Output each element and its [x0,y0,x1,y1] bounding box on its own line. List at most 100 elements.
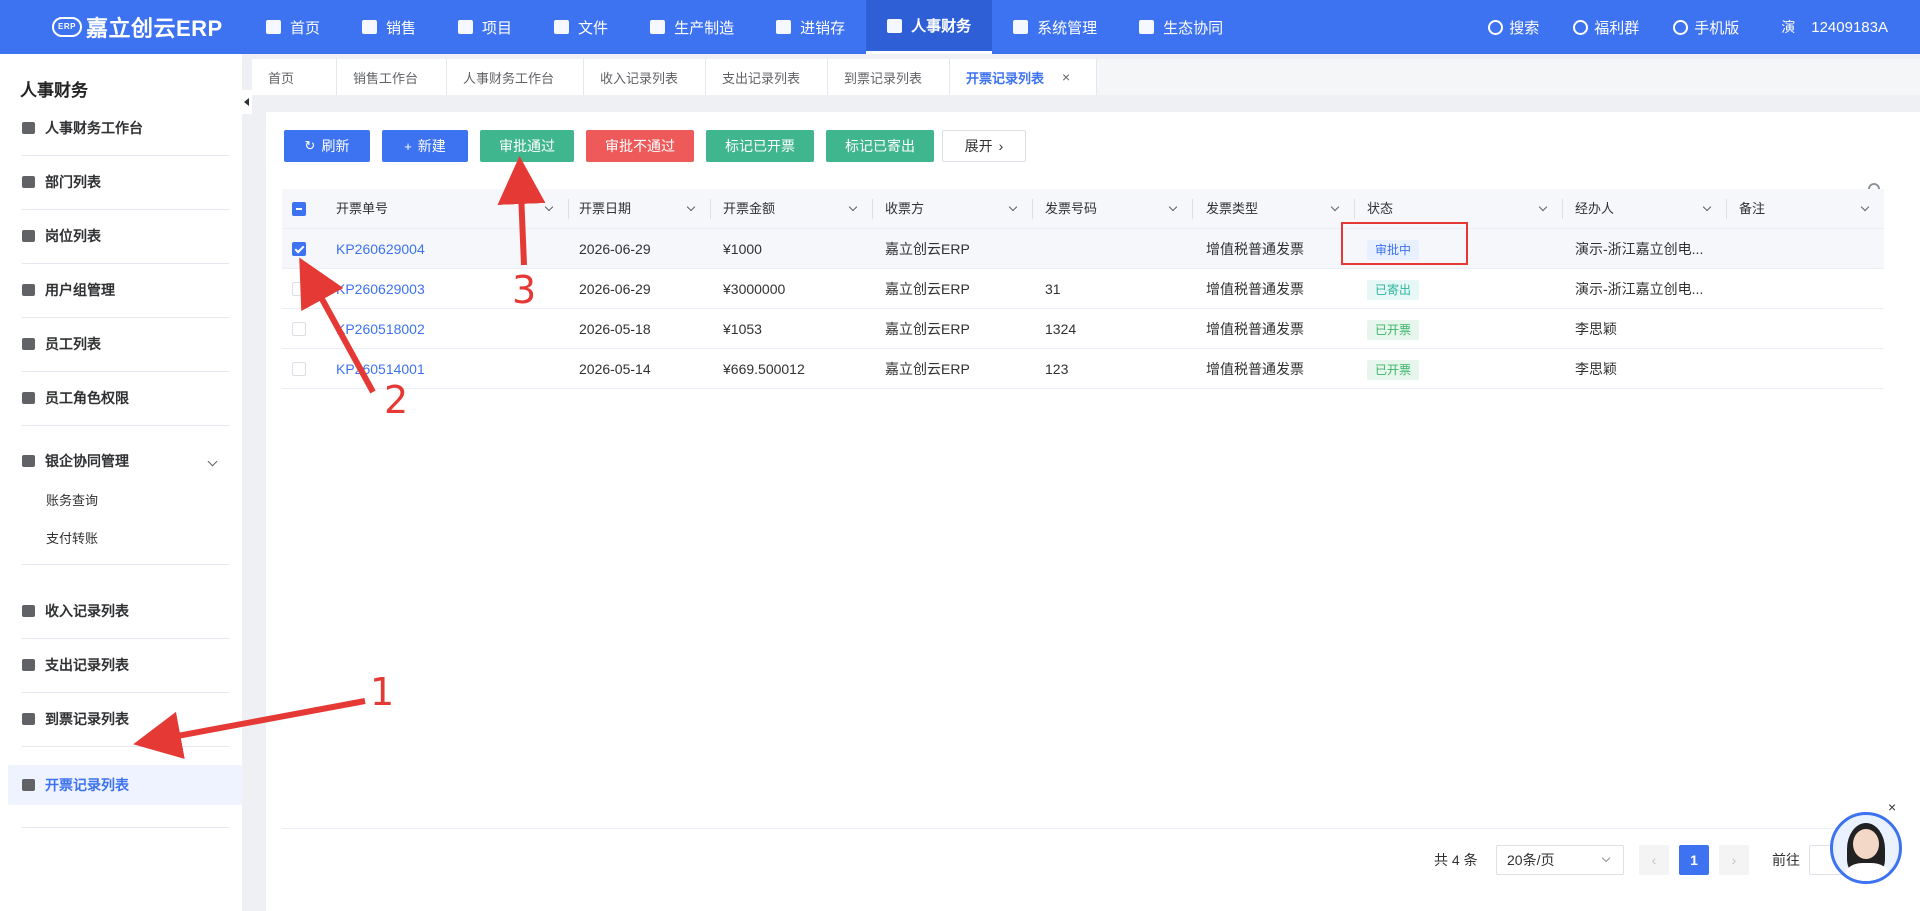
sidebar-item-received-invoices[interactable]: 到票记录列表 [0,692,242,746]
sidebar-item-departments[interactable]: 部门列表 [0,155,242,209]
list-icon [22,779,35,791]
tab-hr-workbench[interactable]: 人事财务工作台 [447,59,584,95]
tab-received-invoices[interactable]: 到票记录列表 [828,59,950,95]
cell-invoice-no: 123 [1045,361,1069,377]
chevron-down-icon[interactable] [686,202,696,212]
sidebar-item-role-permissions[interactable]: 员工角色权限 [0,371,242,425]
nav-item-sales[interactable]: 销售 [341,0,437,54]
sidebar-item-label: 员工列表 [45,336,101,352]
prev-page-button[interactable]: ‹ [1639,845,1669,875]
nav-item-inventory[interactable]: 进销存 [755,0,866,54]
sidebar-item-income[interactable]: 收入记录列表 [0,584,242,638]
sidebar-item-expense[interactable]: 支出记录列表 [0,638,242,692]
sidebar-item-employees[interactable]: 员工列表 [0,317,242,371]
tab-expense[interactable]: 支出记录列表 [706,59,828,95]
chevron-down-icon[interactable] [1330,202,1340,212]
nav-item-files[interactable]: 文件 [533,0,629,54]
chevron-down-icon[interactable] [848,202,858,212]
select-all-checkbox[interactable] [292,202,306,216]
page-number-current[interactable]: 1 [1679,845,1709,875]
approve-button[interactable]: 审批通过 [480,130,574,162]
divider [22,746,229,747]
close-icon[interactable]: × [1062,69,1070,85]
column-header[interactable]: 发票类型 [1206,189,1258,229]
welfare-label: 福利群 [1594,19,1640,37]
mark-sent-button[interactable]: 标记已寄出 [826,130,934,162]
nav-item-home[interactable]: 首页 [245,0,341,54]
row-checkbox[interactable] [292,282,306,296]
sidebar-item-label: 到票记录列表 [45,711,129,727]
chevron-down-icon[interactable] [1168,202,1178,212]
chevron-down-icon[interactable] [1702,202,1712,212]
expand-button[interactable]: 展开 › [942,130,1026,162]
tab-label: 人事财务工作台 [463,70,555,86]
assistant-avatar[interactable] [1830,812,1902,884]
row-checkbox[interactable] [292,322,306,336]
welfare-group-button[interactable]: 福利群 [1573,17,1639,38]
sidebar-item-label: 员工角色权限 [45,390,129,406]
page-size-select[interactable]: 20条/页 [1496,845,1624,875]
nav-item-project[interactable]: 项目 [437,0,533,54]
brand-logo[interactable]: ERP 嘉立创云ERP [0,0,245,54]
sidebar-subitem-account-query[interactable]: 账务查询 [46,490,98,509]
table-row[interactable]: KP260629004 2026-06-29 ¥1000 嘉立创云ERP 增值税… [282,229,1884,269]
search-button[interactable]: 搜索 [1488,17,1539,38]
chat-icon [1573,19,1589,35]
invoice-no-link[interactable]: KP260514001 [336,349,425,389]
table-row[interactable]: KP260514001 2026-05-14 ¥669.500012 嘉立创云E… [282,349,1884,389]
invoice-no-link[interactable]: KP260629004 [336,229,425,269]
nav-item-ecosystem[interactable]: 生态协同 [1118,0,1244,54]
user-menu[interactable]: 演 12409183A [1773,12,1888,42]
column-header[interactable]: 开票单号 [336,189,388,229]
nav-label: 首页 [290,19,321,37]
chevron-down-icon[interactable] [1538,202,1548,212]
tab-income[interactable]: 收入记录列表 [584,59,706,95]
status-highlight-box [1341,222,1468,265]
tab-label: 到票记录列表 [844,70,923,86]
button-label: 标记已开票 [725,138,795,154]
mark-invoiced-button[interactable]: 标记已开票 [706,130,814,162]
next-page-button[interactable]: › [1719,845,1749,875]
sidebar-item-positions[interactable]: 岗位列表 [0,209,242,263]
sidebar-item-invoice-records[interactable]: 开票记录列表 [8,765,242,805]
nav-item-hr-finance[interactable]: 人事财务 [866,0,993,54]
top-navbar: ERP 嘉立创云ERP 首页 销售 项目 文件 生产制造 进销存 人事财务 系统… [0,0,1920,54]
close-icon[interactable]: × [1888,799,1896,815]
column-header[interactable]: 发票号码 [1045,189,1097,229]
cell-type: 增值税普通发票 [1206,281,1304,297]
nav-item-manufacturing[interactable]: 生产制造 [629,0,755,54]
row-checkbox[interactable] [292,242,306,256]
invoice-no-link[interactable]: KP260629003 [336,269,425,309]
cell-date: 2026-06-29 [579,281,651,297]
user-group-icon [22,284,35,296]
list-icon [22,713,35,725]
tab-sales-workbench[interactable]: 销售工作台 [337,59,447,95]
chevron-down-icon[interactable] [544,202,554,212]
sidebar-item-label: 岗位列表 [45,228,101,244]
table-row[interactable]: KP260518002 2026-05-18 ¥1053 嘉立创云ERP 132… [282,309,1884,349]
sidebar-item-hr-workbench[interactable]: 人事财务工作台 [0,101,242,155]
sidebar-collapse-button[interactable] [242,90,252,114]
nav-item-system[interactable]: 系统管理 [992,0,1118,54]
column-header[interactable]: 开票日期 [579,189,631,229]
chevron-down-icon[interactable] [1860,202,1870,212]
chevron-down-icon[interactable] [1008,202,1018,212]
tab-label: 支出记录列表 [722,70,801,86]
tab-home[interactable]: 首页 [252,59,337,95]
column-header[interactable]: 备注 [1739,189,1765,229]
column-header[interactable]: 开票金额 [723,189,775,229]
sidebar-item-bank-collab[interactable]: 银企协同管理 [0,434,242,488]
refresh-button[interactable]: ↻ 刷新 [284,130,370,162]
sidebar-subitem-payment-transfer[interactable]: 支付转账 [46,528,98,547]
sidebar-item-user-groups[interactable]: 用户组管理 [0,263,242,317]
column-header[interactable]: 经办人 [1575,189,1614,229]
invoice-no-link[interactable]: KP260518002 [336,309,425,349]
tab-invoice-records[interactable]: 开票记录列表 × [950,59,1097,95]
row-checkbox[interactable] [292,362,306,376]
column-header[interactable]: 收票方 [885,189,924,229]
tab-label: 销售工作台 [353,70,419,86]
cell-handler: 李思颖 [1575,361,1617,377]
reject-button[interactable]: 审批不通过 [586,130,694,162]
mobile-button[interactable]: 手机版 [1673,17,1739,38]
new-button[interactable]: + 新建 [382,130,468,162]
